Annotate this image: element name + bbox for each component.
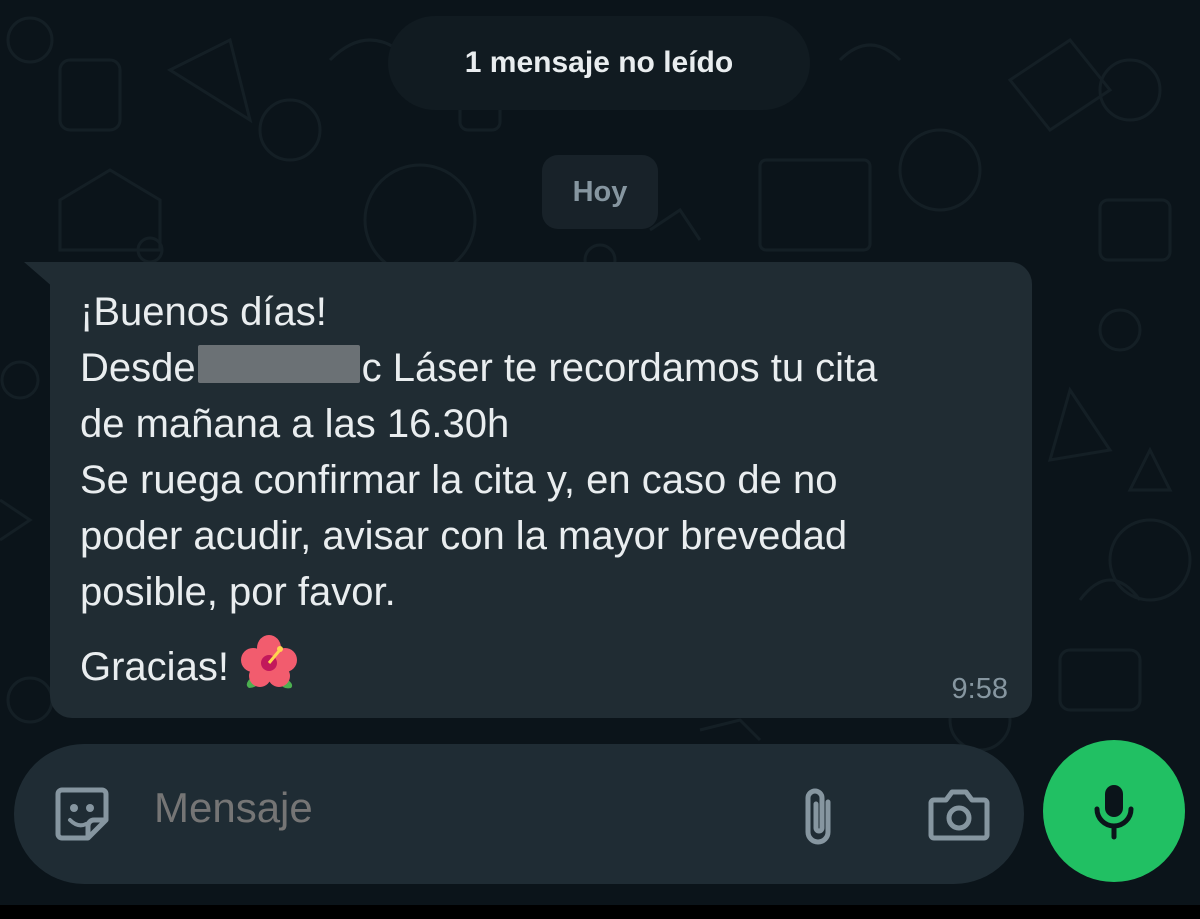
paperclip-icon[interactable] xyxy=(796,784,840,848)
message-composer[interactable] xyxy=(14,744,1024,884)
bottom-strip xyxy=(0,905,1200,919)
camera-icon[interactable] xyxy=(928,784,990,844)
message-line: ¡Buenos días! xyxy=(80,290,327,334)
message-timestamp: 9:58 xyxy=(951,673,1008,705)
message-line: poder acudir, avisar con la mayor breved… xyxy=(80,514,848,558)
incoming-message-bubble[interactable]: ¡Buenos días! Desde c Láser te recordamos… xyxy=(50,262,1032,718)
message-line-rest: Láser te recordamos tu cita xyxy=(392,346,878,390)
mic-button[interactable] xyxy=(1043,740,1185,882)
sticker-icon[interactable] xyxy=(52,784,112,844)
mic-icon xyxy=(1094,785,1134,840)
message-line: Se ruega confirmar la cita y, en caso de… xyxy=(80,458,838,502)
date-divider-text: Hoy xyxy=(572,175,628,208)
redacted-text-block xyxy=(197,345,360,383)
message-line: Gracias! xyxy=(80,634,1002,705)
message-line-partial: c xyxy=(361,346,382,390)
message-line: de mañana a las 16.30h xyxy=(80,402,510,446)
date-divider: Hoy xyxy=(542,155,658,229)
unread-banner-text: 1 mensaje no leído xyxy=(464,46,734,79)
message-line: posible, por favor. xyxy=(80,570,396,614)
message-line-prefix: Desde xyxy=(80,346,196,390)
message-line-thanks: Gracias! xyxy=(80,645,229,689)
message-input[interactable] xyxy=(154,784,754,832)
unread-messages-banner: 1 mensaje no leído xyxy=(388,16,810,110)
chat-area[interactable]: 1 mensaje no leído Hoy ¡Buenos días! Des… xyxy=(0,0,1200,905)
message-line: Desde c Láser te recordamos tu cita xyxy=(80,340,1002,396)
hibiscus-emoji xyxy=(239,634,299,705)
